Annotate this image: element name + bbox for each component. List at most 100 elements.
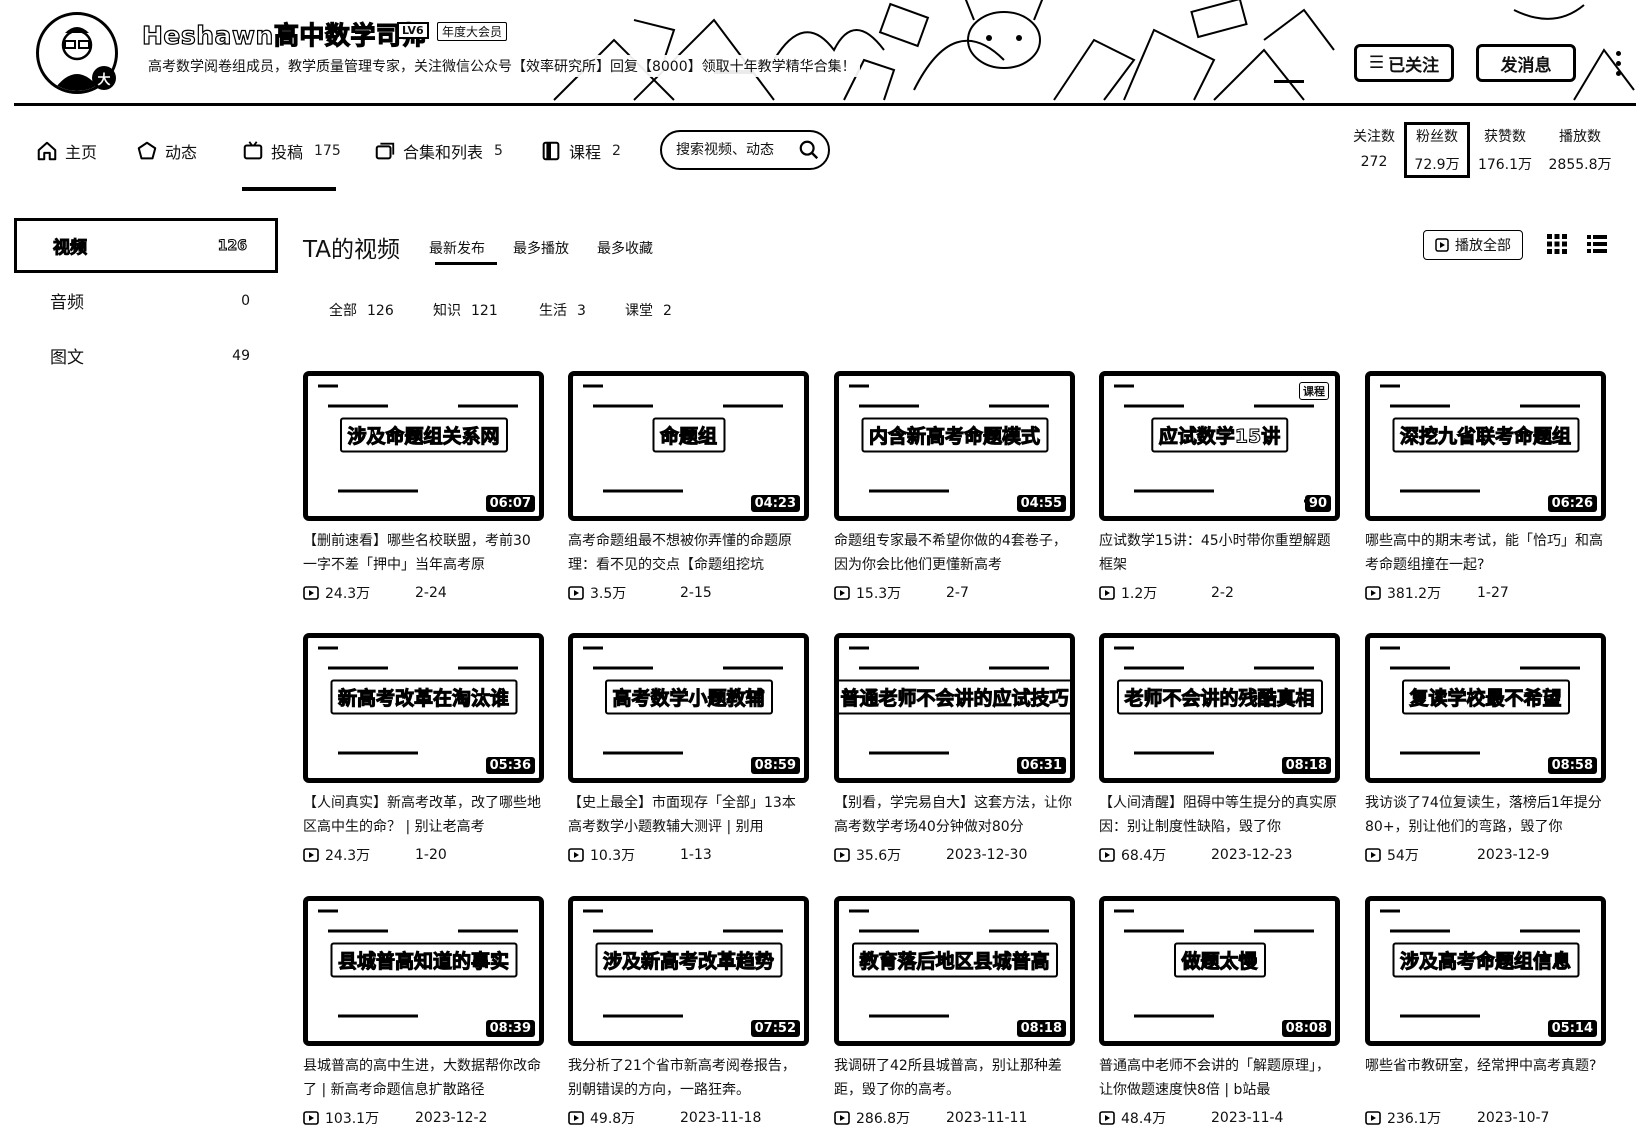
tab-activity[interactable]: 动态 [136, 136, 197, 166]
video-title[interactable]: 【删前速看】哪些名校联盟，考前30一字不差「押中」当年高考原 [303, 529, 544, 577]
thumbnail-caption: 复读学校最不希望 [1401, 679, 1570, 715]
video-card[interactable]: 涉及命题组关系网 06:07 【删前速看】哪些名校联盟，考前30一字不差「押中」当年… [303, 371, 544, 603]
video-play-count: 286.8万 [856, 1111, 911, 1127]
sidebar-item-audio[interactable]: 音频 0 [14, 273, 278, 328]
sidebar-item-video[interactable]: 视频 126 [14, 218, 278, 273]
video-title[interactable]: 县城普高的高中生进，大数据帮你改命了 | 新高考命题信息扩散路径 [303, 1054, 544, 1102]
video-card[interactable]: 涉及新高考改革趋势 07:52 我分析了21个省市新高考阅卷报告，别朝错误的方向，一… [568, 896, 809, 1128]
tab-home[interactable]: 主页 [36, 136, 97, 166]
video-title[interactable]: 应试数学15讲：45小时带你重塑解题框架 [1099, 529, 1340, 577]
list-view-icon[interactable] [1585, 232, 1609, 256]
play-count-icon [834, 586, 850, 600]
video-title[interactable]: 命题组专家最不希望你做的4套卷子，因为你会比他们更懂新高考 [834, 529, 1075, 577]
filter-knowledge[interactable]: 知识 121 [433, 300, 498, 320]
play-count-icon [1365, 1111, 1381, 1125]
video-thumbnail[interactable]: 新高考改革在淘汰谁 05:36 [303, 633, 544, 783]
video-play-count: 1.2万 [1121, 586, 1158, 602]
video-meta: 24.3万 2-24 [303, 583, 544, 603]
video-thumbnail[interactable]: 县城普高知道的事实 08:39 [303, 896, 544, 1046]
sort-most-played[interactable]: 最多播放 [513, 238, 569, 258]
video-thumbnail[interactable]: 涉及新高考改革趋势 07:52 [568, 896, 809, 1046]
video-date: 2-2 [1211, 585, 1234, 601]
search-input[interactable] [676, 142, 794, 158]
tab-uploads[interactable]: 投稿 175 [242, 136, 341, 166]
play-all-button[interactable]: 播放全部 [1423, 230, 1523, 260]
video-meta: 103.1万 2023-12-2 [303, 1108, 544, 1128]
video-card[interactable]: 涉及高考命题组信息 05:14 哪些省市教研室，经常押中高考真题? 236.1万 202… [1365, 896, 1606, 1128]
thumbnail-caption: 应试数学15讲 [1150, 417, 1289, 453]
video-date: 2023-10-7 [1477, 1110, 1550, 1126]
video-card[interactable]: 应试数学15讲 课程 90 应试数学15讲：45小时带你重塑解题框架 1.2万 2-2 [1099, 371, 1340, 603]
play-count-icon [834, 1111, 850, 1125]
video-card[interactable]: 复读学校最不希望 08:58 我访谈了74位复读生，落榜后1年提分80+，别让他们的… [1365, 633, 1606, 865]
tab-home-label: 主页 [65, 143, 98, 162]
video-thumbnail[interactable]: 涉及高考命题组信息 05:14 [1365, 896, 1606, 1046]
tab-collections[interactable]: 合集和列表 5 [374, 136, 503, 166]
more-options-icon[interactable] [1612, 48, 1624, 78]
video-card[interactable]: 县城普高知道的事实 08:39 县城普高的高中生进，大数据帮你改命了 | 新高考命题… [303, 896, 544, 1128]
search-icon[interactable] [798, 139, 820, 161]
video-title[interactable]: 【人间真实】新高考改革，改了哪些地区高中生的命？ | 别让老高考 [303, 791, 544, 839]
username[interactable]: Heshawn高中数学司师 [141, 16, 427, 52]
video-card[interactable]: 命题组 04:23 高考命题组最不想被你弄懂的命题原理：看不见的交点【命题组挖坑 3.… [568, 371, 809, 603]
video-card[interactable]: 老师不会讲的残酷真相 08:18 【人间清醒】阻碍中等生提分的真实原因：别让制度性缺… [1099, 633, 1340, 865]
video-card[interactable]: 深挖九省联考命题组 06:26 哪些高中的期末考试，能「恰巧」和高考命题组撞在一起?… [1365, 371, 1606, 603]
video-title[interactable]: 我访谈了74位复读生，落榜后1年提分80+，别让他们的弯路，毁了你 [1365, 791, 1606, 839]
video-thumbnail[interactable]: 普通老师不会讲的应试技巧 06:31 [834, 633, 1075, 783]
filter-count: 3 [577, 303, 586, 319]
stat-following[interactable]: 关注数 272 [1344, 126, 1404, 170]
video-card[interactable]: 普通老师不会讲的应试技巧 06:31 【别看，学完易自大】这套方法，让你高考数学考场… [834, 633, 1075, 865]
video-card[interactable]: 新高考改革在淘汰谁 05:36 【人间真实】新高考改革，改了哪些地区高中生的命？ |… [303, 633, 544, 865]
video-thumbnail[interactable]: 复读学校最不希望 08:58 [1365, 633, 1606, 783]
tab-courses[interactable]: 课程 2 [540, 136, 621, 166]
sidebar-item-article[interactable]: 图文 49 [14, 328, 278, 383]
video-title[interactable]: 高考命题组最不想被你弄懂的命题原理：看不见的交点【命题组挖坑 [568, 529, 809, 577]
grid-view-icon[interactable] [1545, 232, 1569, 256]
play-count-icon [1099, 586, 1115, 600]
video-thumbnail[interactable]: 老师不会讲的残酷真相 08:18 [1099, 633, 1340, 783]
search-box[interactable] [660, 130, 830, 170]
video-thumbnail[interactable]: 高考数学小题教辅 08:59 [568, 633, 809, 783]
send-message-button[interactable]: 发消息 [1476, 44, 1576, 82]
section-title: TA的视频 [303, 237, 400, 263]
video-thumbnail[interactable]: 深挖九省联考命题组 06:26 [1365, 371, 1606, 521]
video-duration: 05:14 [1547, 1020, 1597, 1037]
active-tab-indicator [242, 187, 336, 191]
video-meta: 48.4万 2023-11-4 [1099, 1108, 1340, 1128]
video-title[interactable]: 我分析了21个省市新高考阅卷报告，别朝错误的方向，一路狂奔。 [568, 1054, 809, 1102]
sort-most-favorited[interactable]: 最多收藏 [597, 238, 653, 258]
video-thumbnail[interactable]: 涉及命题组关系网 06:07 [303, 371, 544, 521]
video-title[interactable]: 普通高中老师不会讲的「解题原理」，让你做题速度快8倍 | b站最 [1099, 1054, 1340, 1102]
video-date: 1-13 [680, 847, 712, 863]
play-count-icon [1099, 1111, 1115, 1125]
filter-life[interactable]: 生活 3 [539, 300, 586, 320]
play-count-icon [303, 848, 319, 862]
video-card[interactable]: 做题太慢 08:08 普通高中老师不会讲的「解题原理」，让你做题速度快8倍 | b站… [1099, 896, 1340, 1128]
followed-button[interactable]: ☰ 已关注 [1354, 44, 1454, 82]
filter-all[interactable]: 全部 126 [329, 300, 394, 320]
video-card[interactable]: 教育落后地区县城普高 08:18 我调研了42所县城普高，别让那种差距，毁了你的高考… [834, 896, 1075, 1128]
video-title[interactable]: 【史上最全】市面现存「全部」13本高考数学小题教辅大测评 | 别用 [568, 791, 809, 839]
video-play-count: 236.1万 [1387, 1111, 1442, 1127]
tab-collections-count: 5 [494, 143, 503, 159]
thumbnail-caption: 内含新高考命题模式 [860, 417, 1049, 453]
video-thumbnail[interactable]: 命题组 04:23 [568, 371, 809, 521]
sort-latest[interactable]: 最新发布 [429, 238, 485, 258]
video-title[interactable]: 我调研了42所县城普高，别让那种差距，毁了你的高考。 [834, 1054, 1075, 1102]
play-icon [1435, 238, 1449, 252]
video-title[interactable]: 【别看，学完易自大】这套方法，让你高考数学考场40分钟做对80分 [834, 791, 1075, 839]
stat-fans[interactable]: 粉丝数 72.9万 [1404, 126, 1470, 174]
video-date: 2023-11-11 [946, 1110, 1028, 1126]
video-meta: 35.6万 2023-12-30 [834, 845, 1075, 865]
video-card[interactable]: 高考数学小题教辅 08:59 【史上最全】市面现存「全部」13本高考数学小题教辅大测… [568, 633, 809, 865]
video-title[interactable]: 哪些高中的期末考试，能「恰巧」和高考命题组撞在一起? [1365, 529, 1606, 577]
video-thumbnail[interactable]: 做题太慢 08:08 [1099, 896, 1340, 1046]
video-thumbnail[interactable]: 应试数学15讲 课程 90 [1099, 371, 1340, 521]
sidebar-item-count: 49 [232, 347, 250, 364]
video-card[interactable]: 内含新高考命题模式 04:55 命题组专家最不希望你做的4套卷子，因为你会比他们更懂… [834, 371, 1075, 603]
video-thumbnail[interactable]: 内含新高考命题模式 04:55 [834, 371, 1075, 521]
video-thumbnail[interactable]: 教育落后地区县城普高 08:18 [834, 896, 1075, 1046]
video-title[interactable]: 哪些省市教研室，经常押中高考真题? [1365, 1054, 1606, 1102]
filter-class[interactable]: 课堂 2 [625, 300, 672, 320]
video-title[interactable]: 【人间清醒】阻碍中等生提分的真实原因：别让制度性缺陷，毁了你 [1099, 791, 1340, 839]
